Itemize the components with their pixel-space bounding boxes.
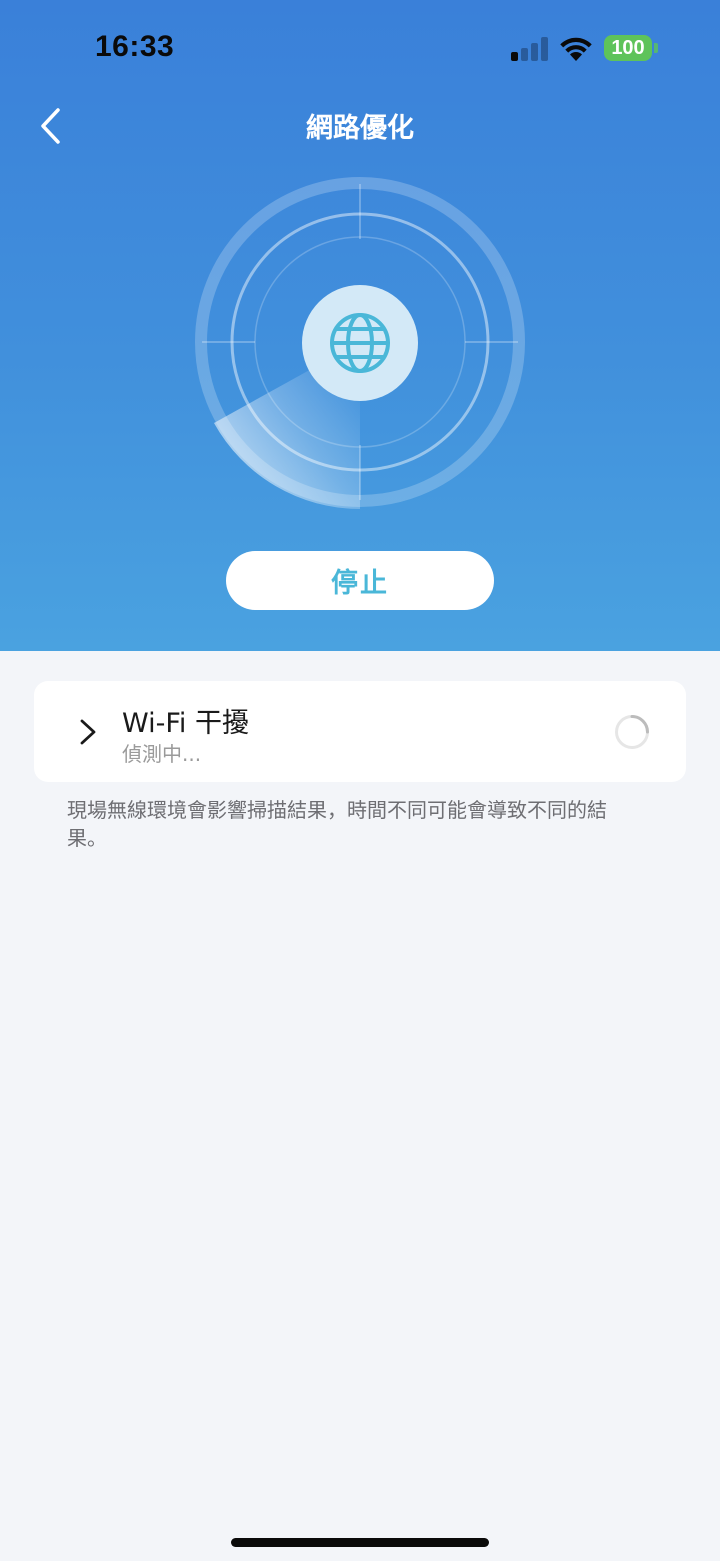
chevron-right-icon <box>80 719 96 745</box>
home-indicator[interactable] <box>231 1538 489 1547</box>
radar-scanner <box>195 177 525 509</box>
battery-indicator: 100 <box>604 35 652 61</box>
stop-button[interactable]: 停止 <box>226 551 494 610</box>
wifi-interference-item[interactable]: Wi-Fi 干擾 偵測中... <box>34 681 686 782</box>
status-bar: 16:33 100 <box>0 0 720 100</box>
scan-note: 現場無線環境會影響掃描結果，時間不同可能會導致不同的結果。 <box>67 798 607 850</box>
cellular-signal-icon <box>511 37 549 61</box>
wifi-icon <box>560 37 592 61</box>
page-title: 網路優化 <box>306 113 414 144</box>
network-optimization-screen: 16:33 100 網路優化 停止 Wi-Fi 干擾 偵測中... 現場無線環境… <box>0 0 720 1561</box>
spinner-icon <box>615 715 649 749</box>
item-title: Wi-Fi 干擾 <box>122 708 249 739</box>
header-background: 16:33 100 網路優化 停止 <box>0 0 720 651</box>
battery-tip <box>654 43 658 53</box>
item-status: 偵測中... <box>122 742 202 766</box>
status-time: 16:33 <box>95 30 175 63</box>
